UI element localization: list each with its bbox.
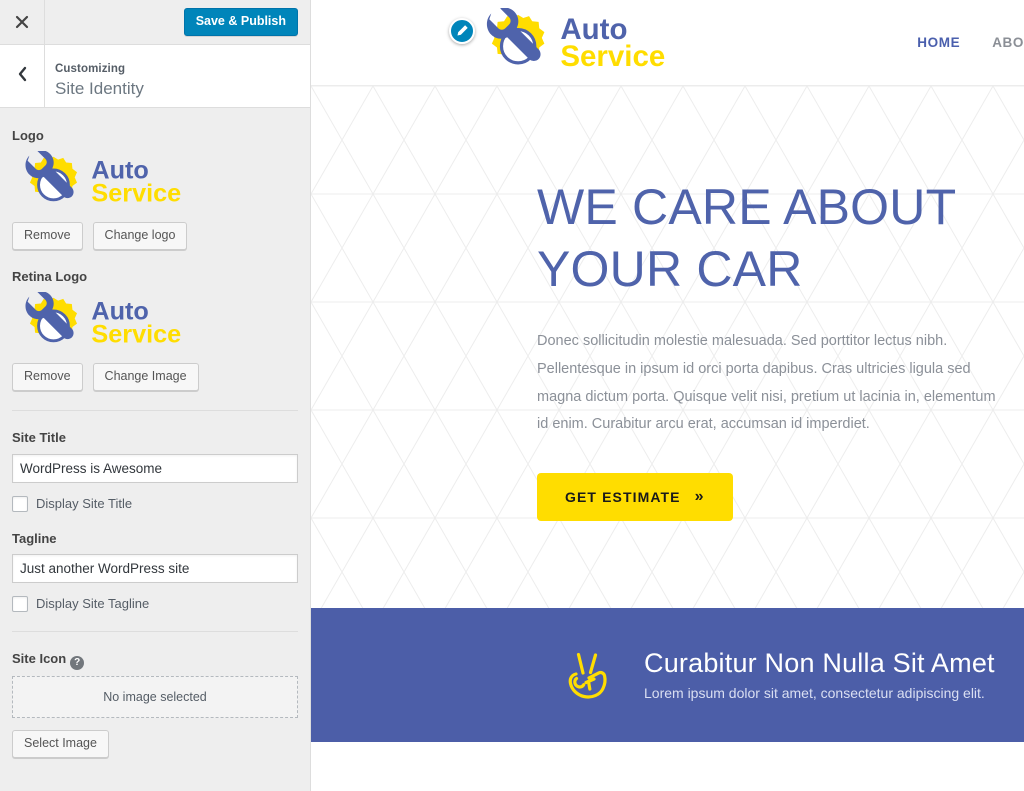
double-chevron-right-icon: » xyxy=(694,488,705,506)
customizer-action-bar: Save & Publish xyxy=(0,0,310,45)
page-title: Site Identity xyxy=(55,78,144,98)
remove-retina-logo-button[interactable]: Remove xyxy=(12,363,83,392)
site-preview: Auto Service HOME ABO WE CARE ABOUT YOUR… xyxy=(311,0,1024,791)
customizer-screen: Save & Publish Customizing Site Identity… xyxy=(0,0,1024,791)
hero-title: WE CARE ABOUT YOUR CAR xyxy=(537,179,956,297)
display-site-title-label: Display Site Title xyxy=(36,496,133,512)
nav-item-home[interactable]: HOME xyxy=(917,35,960,50)
control-logo: Logo Auto Service Remove Change logo xyxy=(12,109,298,251)
nav-item-about[interactable]: ABO xyxy=(992,35,1024,50)
customizer-panel-header: Customizing Site Identity xyxy=(0,45,310,108)
get-estimate-button[interactable]: GET ESTIMATE » xyxy=(537,473,733,522)
wrench-gear-icon: Auto Service xyxy=(486,7,665,73)
display-site-tagline-checkbox[interactable] xyxy=(12,595,28,612)
back-button[interactable] xyxy=(0,45,45,107)
victory-hand-icon xyxy=(564,646,612,705)
control-tagline: Tagline Display Site Tagline xyxy=(12,512,298,612)
site-icon-placeholder: No image selected xyxy=(12,675,298,718)
control-label-retina-logo: Retina Logo xyxy=(12,269,88,285)
control-label-site-icon: Site Icon? xyxy=(12,650,298,670)
select-image-button[interactable]: Select Image xyxy=(12,729,109,758)
chevron-left-icon xyxy=(17,66,28,87)
promo-banner: Curabitur Non Nulla Sit Amet Lorem ipsum… xyxy=(311,608,1024,742)
customizer-sidebar: Save & Publish Customizing Site Identity… xyxy=(0,0,311,791)
logo-thumbnail: Auto Service xyxy=(12,151,298,213)
change-retina-image-button[interactable]: Change Image xyxy=(92,363,199,392)
close-x-icon xyxy=(15,15,29,29)
pencil-edit-icon[interactable] xyxy=(449,17,475,44)
customizer-controls: Logo Auto Service Remove Change logo Ret… xyxy=(0,109,310,791)
display-site-tagline-label: Display Site Tagline xyxy=(36,596,150,612)
control-retina-logo: Retina Logo Auto Service Remove Change I… xyxy=(12,250,298,392)
primary-navigation: HOME ABO xyxy=(917,35,1024,50)
hero-section: WE CARE ABOUT YOUR CAR Donec sollicitudi… xyxy=(311,86,1024,608)
control-label-logo: Logo xyxy=(12,128,44,143)
breadcrumb-eyebrow: Customizing xyxy=(55,62,126,75)
tagline-input[interactable] xyxy=(12,553,298,583)
display-site-title-checkbox[interactable] xyxy=(12,495,28,512)
hero-body-text: Donec sollicitudin molestie malesuada. S… xyxy=(537,333,996,433)
remove-logo-button[interactable]: Remove xyxy=(12,222,83,251)
wrench-gear-icon: Auto Service xyxy=(25,151,181,208)
panel-titles: Customizing Site Identity xyxy=(45,45,144,107)
get-estimate-label: GET ESTIMATE xyxy=(565,489,681,506)
control-label-tagline: Tagline xyxy=(12,530,57,546)
control-label-site-title: Site Title xyxy=(12,430,66,446)
control-site-title: Site Title Display Site Title xyxy=(12,411,298,512)
svg-text:Service: Service xyxy=(91,180,181,208)
save-and-publish-button[interactable]: Save & Publish xyxy=(183,7,298,37)
site-logo[interactable]: Auto Service xyxy=(449,7,677,78)
action-bar-right: Save & Publish xyxy=(45,0,310,44)
retina-logo-thumbnail: Auto Service xyxy=(12,292,298,354)
svg-text:Service: Service xyxy=(560,40,665,73)
preview-footer-space xyxy=(311,742,1024,791)
retina-logo-buttons: Remove Change Image xyxy=(12,363,298,392)
promo-copy: Curabitur Non Nulla Sit Amet Lorem ipsum… xyxy=(644,648,995,702)
logo-buttons: Remove Change logo xyxy=(12,222,298,251)
site-icon-label-text: Site Icon xyxy=(12,650,67,666)
control-site-icon: Site Icon? No image selected Select Imag… xyxy=(12,632,298,758)
site-title-input[interactable] xyxy=(12,453,298,483)
site-header: Auto Service HOME ABO xyxy=(311,0,1024,86)
display-site-tagline-checkbox-row[interactable]: Display Site Tagline xyxy=(12,595,298,612)
promo-title: Curabitur Non Nulla Sit Amet xyxy=(644,647,995,678)
close-customizer-button[interactable] xyxy=(0,0,45,44)
change-logo-button[interactable]: Change logo xyxy=(92,222,188,251)
hero-content: WE CARE ABOUT YOUR CAR Donec sollicitudi… xyxy=(311,86,1024,522)
svg-text:Service: Service xyxy=(91,321,181,349)
promo-subtitle: Lorem ipsum dolor sit amet, consectetur … xyxy=(644,684,985,701)
help-icon[interactable]: ? xyxy=(70,655,85,670)
wrench-gear-icon: Auto Service xyxy=(25,292,181,349)
display-site-title-checkbox-row[interactable]: Display Site Title xyxy=(12,495,298,512)
